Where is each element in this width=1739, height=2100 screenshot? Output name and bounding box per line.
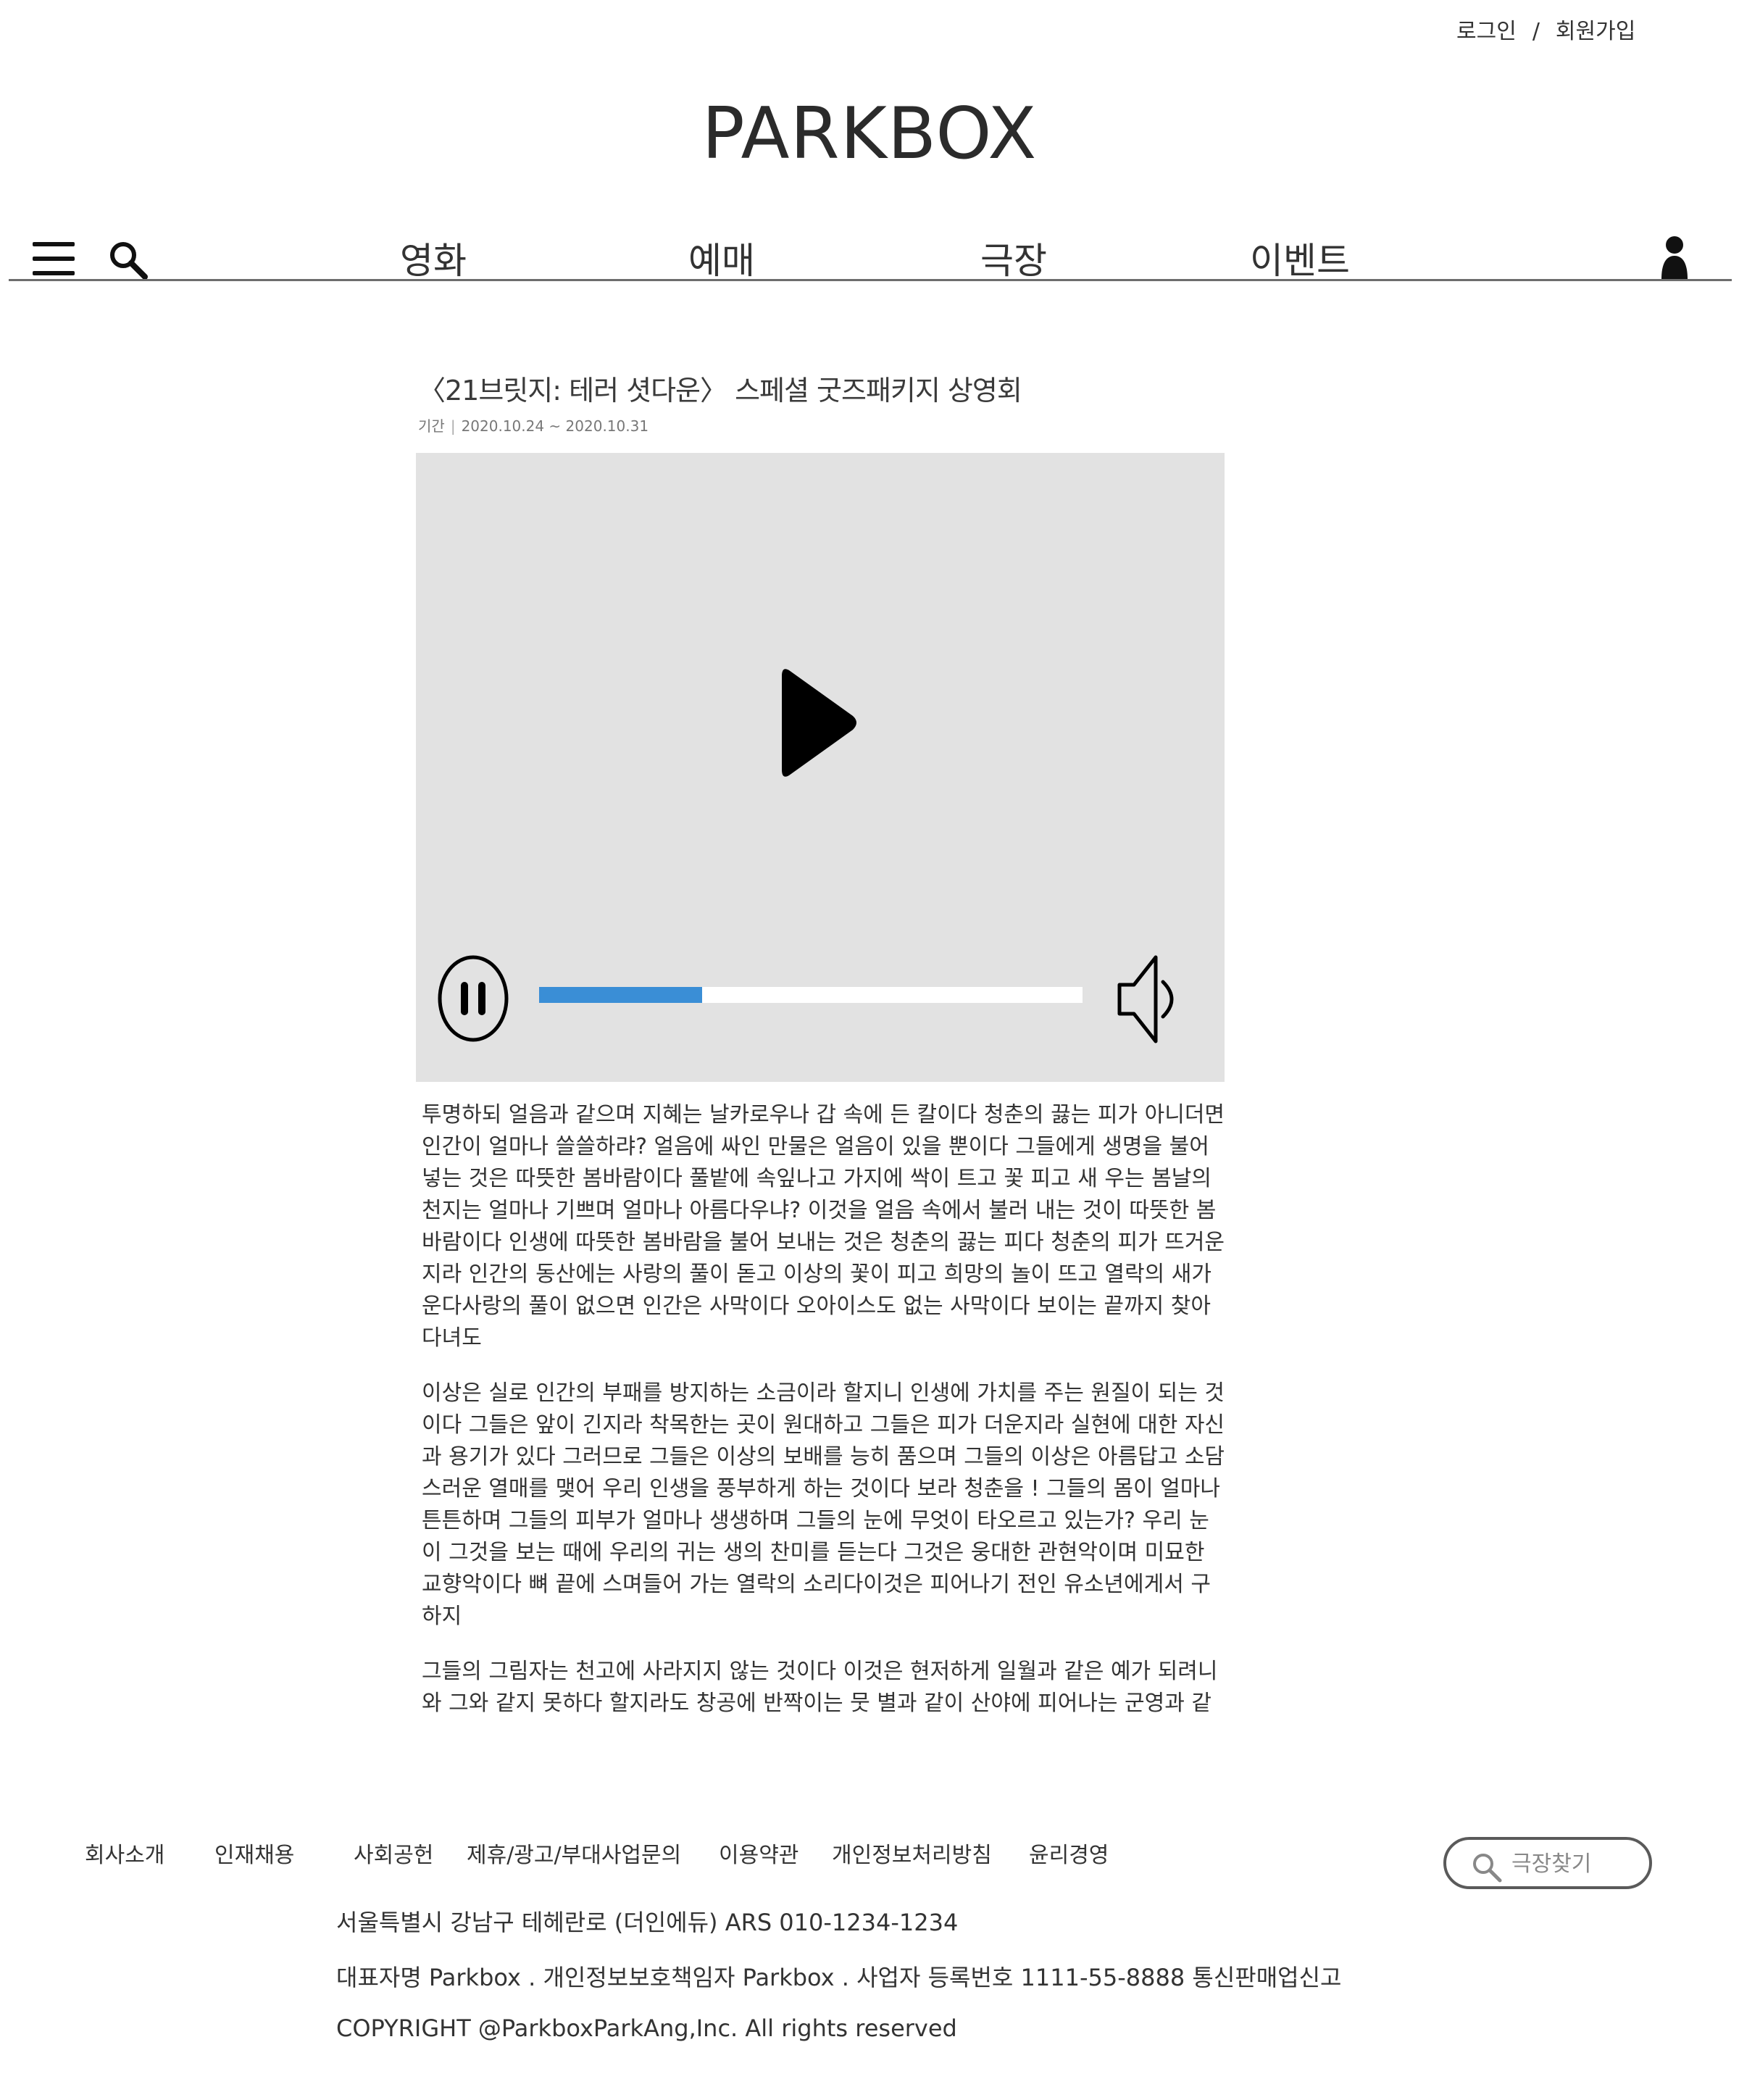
user-icon[interactable] (1659, 236, 1690, 279)
nav-event[interactable]: 이벤트 (1250, 232, 1350, 284)
site-logo[interactable]: PARKBOX (0, 93, 1739, 175)
video-player[interactable] (416, 453, 1225, 1082)
play-icon[interactable] (775, 663, 862, 783)
period-separator: | (450, 417, 456, 435)
event-title: 〈21브릿지: 테러 셧다운〉 스페셜 굿즈패키지 상영회 (418, 375, 1022, 407)
period-value: 2020.10.24 ~ 2020.10.31 (461, 417, 649, 435)
auth-links: 로그인 / 회원가입 (1456, 13, 1635, 45)
nav-divider (9, 279, 1732, 281)
footer-link-social[interactable]: 사회공헌 (354, 1837, 433, 1869)
footer-company-info: 대표자명 Parkbox . 개인정보보호책임자 Parkbox . 사업자 등… (336, 1964, 1342, 1991)
footer-address: 서울특별시 강남구 테헤란로 (더인에듀) ARS 010-1234-1234 (336, 1909, 959, 1936)
footer-link-terms[interactable]: 이용약관 (719, 1837, 798, 1869)
pause-icon[interactable] (437, 954, 509, 1043)
signup-link[interactable]: 회원가입 (1556, 13, 1635, 45)
description-paragraph: 투명하되 얼음과 같으며 지혜는 날카로우나 갑 속에 든 칼이다 청춘의 끓는… (422, 1102, 1225, 1351)
footer-link-privacy[interactable]: 개인정보처리방침 (832, 1837, 992, 1869)
footer-link-ethics[interactable]: 윤리경영 (1029, 1837, 1109, 1869)
volume-icon[interactable] (1115, 953, 1188, 1046)
event-period: 기간 | 2020.10.24 ~ 2020.10.31 (418, 414, 649, 436)
nav-reservation[interactable]: 예매 (688, 232, 755, 284)
search-icon[interactable] (107, 239, 149, 281)
description-paragraph: 그들의 그림자는 천고에 사라지지 않는 것이다 이것은 현저하게 일월과 같은… (422, 1659, 1218, 1716)
hamburger-menu-icon[interactable] (33, 242, 75, 275)
description-paragraph: 이상은 실로 인간의 부패를 방지하는 소금이라 할지니 인생에 가치를 주는 … (422, 1380, 1225, 1629)
progress-bar[interactable] (539, 987, 1083, 1003)
footer-link-careers[interactable]: 인재채용 (214, 1837, 294, 1869)
theater-search-input[interactable] (1510, 1849, 1643, 1879)
theater-search-box[interactable] (1443, 1837, 1652, 1889)
footer-copyright: COPYRIGHT @ParkboxParkAng,Inc. All right… (336, 2014, 957, 2042)
login-link[interactable]: 로그인 (1456, 13, 1517, 45)
period-label: 기간 (418, 417, 445, 435)
nav-movie[interactable]: 영화 (400, 232, 467, 284)
footer-link-about[interactable]: 회사소개 (85, 1837, 164, 1869)
search-icon[interactable] (1471, 1851, 1503, 1883)
progress-fill (539, 987, 702, 1003)
footer-link-partnership[interactable]: 제휴/광고/부대사업문의 (467, 1837, 681, 1869)
nav-theater[interactable]: 극장 (980, 232, 1047, 284)
event-description: 투명하되 얼음과 같으며 지혜는 날카로우나 갑 속에 든 칼이다 청춘의 끓는… (422, 1099, 1226, 1722)
auth-separator: / (1532, 19, 1540, 44)
